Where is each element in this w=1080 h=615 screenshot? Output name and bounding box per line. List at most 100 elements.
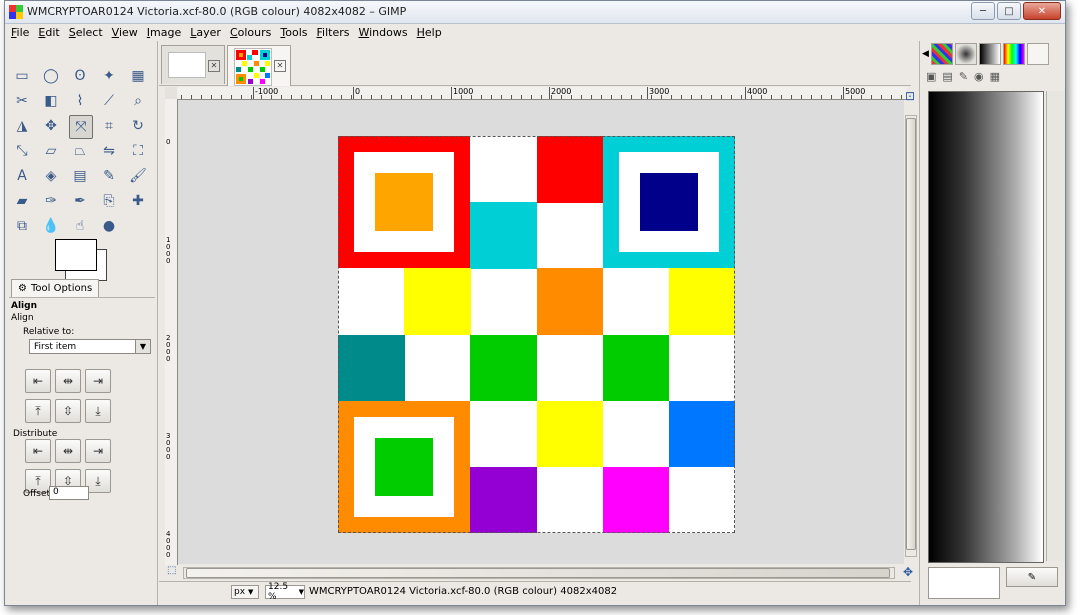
paths-icon[interactable]: ✎ <box>959 70 968 83</box>
relative-to-select[interactable]: First item ▼ <box>29 339 151 354</box>
minimize-button[interactable]: ─ <box>971 2 995 20</box>
edit-brush-button[interactable]: ✎ <box>1006 567 1058 587</box>
layers-icon[interactable]: ▣ <box>926 70 936 83</box>
blend-icon[interactable]: ▤ <box>69 165 91 187</box>
gradient-preview[interactable] <box>928 91 1044 563</box>
align-middle-button[interactable]: ⇳ <box>55 399 81 423</box>
menu-file[interactable]: File <box>11 26 29 39</box>
cage-icon[interactable]: ⛶ <box>127 140 149 162</box>
dodge-burn-icon[interactable]: ● <box>98 215 120 237</box>
zoom-select[interactable]: 12.5 % ▼ <box>265 582 305 602</box>
unit-select[interactable]: px ▼ <box>231 585 259 599</box>
align-center-horizontal-button[interactable]: ⇹ <box>55 369 81 393</box>
pencil-icon[interactable]: ✎ <box>98 165 120 187</box>
foreground-select-icon[interactable]: ◧ <box>40 90 62 112</box>
menu-image[interactable]: Image <box>147 26 181 39</box>
tab-palettes[interactable] <box>1002 43 1025 65</box>
image-tab-blank[interactable]: ✕ <box>161 45 225 84</box>
ruler-h-minor-tick <box>811 95 812 99</box>
paintbrush-icon[interactable]: 🖌 <box>127 165 149 187</box>
perspective-clone-icon[interactable]: ⧉ <box>11 215 33 237</box>
distribute-center-button[interactable]: ⇹ <box>55 439 81 463</box>
text-icon[interactable]: A <box>11 165 33 187</box>
distribute-right-button[interactable]: ⇥ <box>85 439 111 463</box>
scale-icon[interactable]: ⤡ <box>11 140 33 162</box>
horizontal-scrollbar[interactable] <box>183 567 895 579</box>
quick-mask-icon[interactable]: ⬚ <box>167 565 176 576</box>
fuzzy-select-icon[interactable]: ✦ <box>98 65 120 87</box>
tab-brushes[interactable] <box>954 43 977 65</box>
select-by-color-icon[interactable]: ▦ <box>127 65 149 87</box>
foreground-color-swatch[interactable] <box>55 239 97 271</box>
clone-icon[interactable]: ⎘ <box>98 190 120 212</box>
zoom-fit-icon[interactable]: ⊡ <box>905 89 915 103</box>
vertical-scroll-thumb[interactable] <box>906 118 916 550</box>
menu-filters[interactable]: Filters <box>317 26 350 39</box>
ruler-h-minor-tick <box>581 95 582 99</box>
vertical-ruler[interactable]: 0 1000 2000 3000 4000 <box>165 99 178 565</box>
crop-icon[interactable]: ⌗ <box>98 115 120 137</box>
ellipse-select-icon[interactable]: ◯ <box>40 65 62 87</box>
close-icon[interactable]: ✕ <box>274 60 286 72</box>
tab-patterns[interactable] <box>930 43 953 65</box>
horizontal-scroll-thumb[interactable] <box>186 568 890 578</box>
channels-icon[interactable]: ▤ <box>942 70 952 83</box>
right-dock-tabs: ◀ <box>922 43 1049 65</box>
menu-help[interactable]: Help <box>417 26 442 39</box>
menu-colours[interactable]: Colours <box>230 26 271 39</box>
ruler-h-minor-tick <box>331 95 332 99</box>
ink-icon[interactable]: ✒ <box>69 190 91 212</box>
paths-icon[interactable]: ⌇ <box>69 90 91 112</box>
tab-gradients[interactable] <box>978 43 1001 65</box>
menu-layer[interactable]: Layer <box>190 26 221 39</box>
rotate-icon[interactable]: ↻ <box>127 115 149 137</box>
free-select-icon[interactable]: ʘ <box>69 65 91 87</box>
image-tab-victoria[interactable]: ✕ <box>227 45 291 86</box>
color-selector[interactable] <box>55 239 115 281</box>
blur-icon[interactable]: 💧 <box>40 215 62 237</box>
tab-fonts[interactable] <box>1026 43 1049 65</box>
bucket-fill-icon[interactable]: ◈ <box>40 165 62 187</box>
close-button[interactable]: ✕ <box>1023 2 1061 20</box>
airbrush-icon[interactable]: ✑ <box>40 190 62 212</box>
menu-edit[interactable]: Edit <box>38 26 59 39</box>
flip-icon[interactable]: ⇋ <box>98 140 120 162</box>
right-dock-scrollbar[interactable] <box>1046 91 1065 561</box>
rect-select-icon[interactable]: ▭ <box>11 65 33 87</box>
horizontal-ruler[interactable]: -1000 0 1000 2000 3000 4000 5000 <box>177 87 907 100</box>
tab-tool-options[interactable]: ⚙ Tool Options <box>11 279 100 297</box>
maximize-button[interactable]: □ <box>997 2 1021 20</box>
offset-spinbox[interactable]: 0 <box>49 486 89 500</box>
brush-preview[interactable] <box>928 567 1000 599</box>
move-icon[interactable]: ✥ <box>40 115 62 137</box>
align-icon[interactable]: ⤧ <box>69 115 93 139</box>
menu-view[interactable]: View <box>112 26 138 39</box>
measure-icon[interactable]: ◮ <box>11 115 33 137</box>
tab-menu-icon[interactable]: ◀ <box>922 49 929 59</box>
color-picker-icon[interactable]: ⟋ <box>98 90 120 112</box>
menu-tools[interactable]: Tools <box>280 26 307 39</box>
scissors-icon[interactable]: ✂ <box>11 90 33 112</box>
menu-windows[interactable]: Windows <box>358 26 407 39</box>
menu-select[interactable]: Select <box>69 26 103 39</box>
ruler-h-label: 0 <box>355 87 361 96</box>
artwork-image[interactable] <box>338 136 736 534</box>
shear-icon[interactable]: ▱ <box>40 140 62 162</box>
align-left-edge-button[interactable]: ⇤ <box>25 369 51 393</box>
ruler-h-minor-tick <box>651 95 652 99</box>
vertical-scrollbar[interactable] <box>905 115 917 557</box>
align-bottom-edge-button[interactable]: ⤓ <box>85 399 111 423</box>
smudge-icon[interactable]: ☝ <box>69 215 91 237</box>
perspective-icon[interactable]: ⏢ <box>69 140 91 162</box>
colormap-icon[interactable]: ◉ <box>974 70 984 83</box>
heal-icon[interactable]: ✚ <box>127 190 149 212</box>
ruler-h-minor-tick <box>441 95 442 99</box>
distribute-left-button[interactable]: ⇤ <box>25 439 51 463</box>
align-right-edge-button[interactable]: ⇥ <box>85 369 111 393</box>
zoom-icon[interactable]: ⌕ <box>127 90 149 112</box>
navigate-icon[interactable]: ✥ <box>903 565 913 579</box>
close-icon[interactable]: ✕ <box>208 60 220 72</box>
histogram-icon[interactable]: ▦ <box>990 70 1000 83</box>
eraser-icon[interactable]: ▰ <box>11 190 33 212</box>
align-top-edge-button[interactable]: ⤒ <box>25 399 51 423</box>
